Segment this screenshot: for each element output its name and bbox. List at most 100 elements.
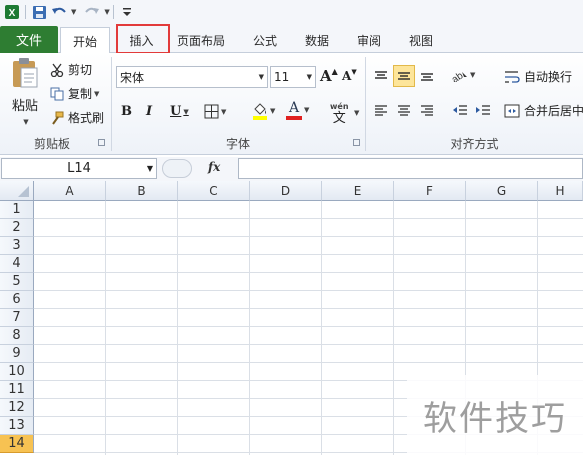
merge-center-button[interactable]: 合并后居中 [504, 102, 583, 119]
orientation-button[interactable]: ab ▼ [450, 68, 475, 82]
ribbon-tab-bar: 文件 开始 插入 页面布局 公式 数据 审阅 视图 [0, 24, 583, 54]
tab-formulas[interactable]: 公式 [243, 27, 287, 53]
paste-dropdown-icon[interactable]: ▼ [23, 118, 28, 126]
row-header[interactable]: 6 [0, 291, 34, 309]
paste-button[interactable]: 粘贴 ▼ [8, 57, 42, 126]
redo-icon[interactable] [82, 2, 102, 22]
column-header-b[interactable]: B [106, 181, 178, 201]
bold-button[interactable]: B [121, 104, 132, 119]
font-name-value: 宋体 [120, 70, 145, 85]
row-header[interactable]: 4 [0, 255, 34, 273]
phonetic-guide-button[interactable]: wén 文 [330, 101, 349, 125]
tab-review[interactable]: 审阅 [347, 27, 391, 53]
undo-icon[interactable] [49, 2, 69, 22]
tab-insert[interactable]: 插入 [114, 27, 169, 53]
font-size-dropdown-icon[interactable]: ▼ [307, 73, 312, 81]
save-icon[interactable] [29, 2, 49, 22]
fill-color-button[interactable]: ▼ [252, 102, 275, 120]
format-painter-button[interactable]: 格式刷 [50, 109, 104, 126]
align-left-button[interactable] [370, 99, 392, 121]
orientation-dropdown-icon[interactable]: ▼ [470, 71, 475, 79]
paste-label: 粘贴 [11, 99, 38, 114]
shrink-font-glyph: A [342, 69, 352, 83]
borders-button[interactable]: ▼ [204, 104, 226, 119]
formula-bar-resize-handle[interactable] [162, 159, 192, 178]
name-box-dropdown-icon[interactable]: ▼ [147, 164, 153, 173]
tab-data[interactable]: 数据 [295, 27, 339, 53]
wrap-text-button[interactable]: 自动换行 [504, 68, 572, 85]
row-header[interactable]: 12 [0, 399, 34, 417]
copy-dropdown-icon[interactable]: ▼ [94, 90, 99, 98]
underline-button[interactable]: U ▼ [170, 104, 189, 119]
clipboard-launcher-icon[interactable] [98, 139, 105, 146]
tab-home[interactable]: 开始 [60, 27, 110, 54]
align-center-button[interactable] [393, 99, 415, 121]
fill-color-dropdown-icon[interactable]: ▼ [270, 107, 275, 115]
svg-text:X: X [9, 8, 16, 19]
shrink-font-button[interactable]: A ▼ [342, 67, 357, 84]
column-header-g[interactable]: G [466, 181, 538, 201]
font-name-combo[interactable]: 宋体 ▼ [116, 66, 268, 88]
column-header-e[interactable]: E [322, 181, 394, 201]
column-header-c[interactable]: C [178, 181, 250, 201]
row-gridline [34, 326, 583, 327]
underline-dropdown-icon[interactable]: ▼ [183, 107, 188, 116]
align-right-button[interactable] [416, 99, 438, 121]
decrease-indent-button[interactable] [449, 99, 471, 121]
font-size-value: 11 [274, 70, 290, 84]
row-gridline [34, 254, 583, 255]
font-size-combo[interactable]: 11 ▼ [270, 66, 316, 88]
column-header-d[interactable]: D [250, 181, 322, 201]
format-painter-icon [50, 111, 64, 125]
name-box[interactable]: L14 ▼ [1, 158, 157, 179]
merge-center-icon [504, 104, 520, 117]
align-bottom-icon [421, 73, 433, 81]
svg-text:ab: ab [450, 70, 466, 82]
row-header[interactable]: 7 [0, 309, 34, 327]
grow-font-button[interactable]: A ▲ [320, 66, 338, 85]
row-header[interactable]: 14 [0, 435, 34, 453]
increase-indent-button[interactable] [472, 99, 494, 121]
customize-toolbar-icon[interactable] [117, 2, 137, 22]
row-header[interactable]: 9 [0, 345, 34, 363]
row-header[interactable]: 2 [0, 219, 34, 237]
tab-view[interactable]: 视图 [399, 27, 443, 53]
formula-input[interactable] [238, 158, 583, 179]
font-color-button[interactable]: A ▼ [286, 100, 309, 120]
undo-dropdown-icon[interactable]: ▼ [71, 8, 76, 16]
insert-function-button[interactable]: fx [208, 160, 220, 174]
tab-file[interactable]: 文件 [0, 26, 58, 53]
phonetic-glyph: 文 [332, 111, 346, 126]
quick-access-toolbar: X ▼ ▼ [0, 0, 583, 24]
column-header-a[interactable]: A [34, 181, 106, 201]
merge-center-label: 合并后居中 [524, 104, 583, 118]
borders-dropdown-icon[interactable]: ▼ [221, 108, 226, 116]
align-left-icon [375, 105, 387, 116]
align-right-icon [421, 105, 433, 116]
align-top-button[interactable] [370, 65, 392, 87]
copy-button[interactable]: 复制 ▼ [50, 85, 99, 102]
font-name-dropdown-icon[interactable]: ▼ [259, 73, 264, 81]
row-header[interactable]: 10 [0, 363, 34, 381]
select-all-corner[interactable] [0, 181, 34, 201]
tab-page-layout[interactable]: 页面布局 [170, 27, 232, 53]
row-header[interactable]: 8 [0, 327, 34, 345]
italic-button[interactable]: I [146, 104, 152, 119]
scissors-icon [50, 63, 64, 77]
align-bottom-button[interactable] [416, 65, 438, 87]
column-header-h[interactable]: H [538, 181, 583, 201]
column-header-f[interactable]: F [394, 181, 466, 201]
align-middle-button[interactable] [393, 65, 415, 87]
row-header[interactable]: 5 [0, 273, 34, 291]
row-header[interactable]: 3 [0, 237, 34, 255]
font-color-dropdown-icon[interactable]: ▼ [304, 106, 309, 114]
row-header[interactable]: 1 [0, 201, 34, 219]
align-top-icon [375, 71, 387, 79]
redo-dropdown-icon[interactable]: ▼ [104, 8, 109, 16]
underline-glyph: U [170, 104, 182, 119]
cut-button[interactable]: 剪切 [50, 61, 92, 78]
row-header[interactable]: 11 [0, 381, 34, 399]
phonetic-dropdown-icon[interactable]: ▼ [354, 109, 359, 117]
font-launcher-icon[interactable] [353, 139, 360, 146]
row-header[interactable]: 13 [0, 417, 34, 435]
